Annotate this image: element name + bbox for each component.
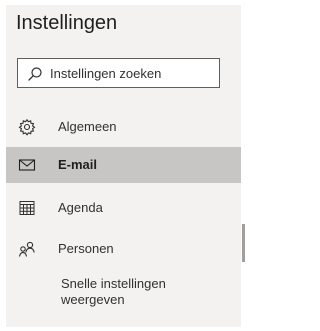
nav-item-label: E-mail	[58, 157, 98, 172]
nav-item-email[interactable]: E-mail	[6, 147, 241, 183]
search-icon	[28, 67, 42, 81]
mail-icon	[18, 156, 36, 174]
settings-panel: Instellingen Instellingen zoeken Algemee…	[6, 5, 245, 327]
quick-settings-link[interactable]: Snelle instellingen weergeven	[61, 276, 166, 308]
quick-settings-line1: Snelle instellingen	[61, 276, 166, 291]
people-icon	[18, 240, 36, 258]
nav-item-label: Algemeen	[58, 119, 117, 134]
nav-item-label: Agenda	[58, 200, 103, 215]
nav-item-agenda[interactable]: Agenda	[6, 190, 241, 226]
nav-item-personen[interactable]: Personen	[6, 231, 241, 267]
page-title: Instellingen	[16, 12, 118, 34]
nav-item-label: Personen	[58, 241, 114, 256]
calendar-icon	[18, 199, 36, 217]
gear-icon	[18, 118, 36, 136]
search-placeholder: Instellingen zoeken	[50, 66, 162, 81]
search-input[interactable]: Instellingen zoeken	[17, 58, 220, 88]
scrollbar-thumb[interactable]	[242, 224, 245, 262]
quick-settings-line2: weergeven	[61, 292, 125, 307]
nav-item-algemeen[interactable]: Algemeen	[6, 109, 241, 145]
